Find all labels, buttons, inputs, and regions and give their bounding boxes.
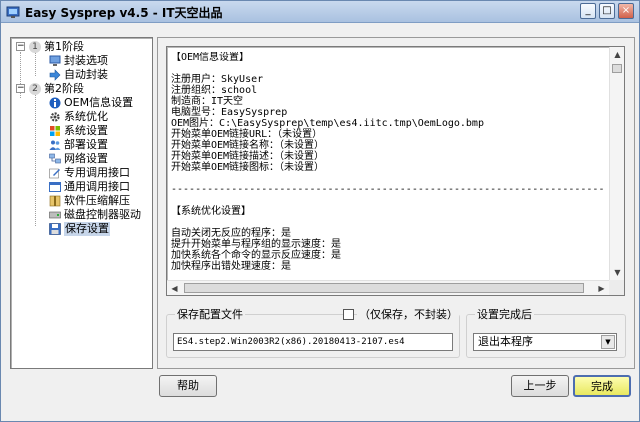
save-config-group: 保存配置文件 （仅保存，不封装） ES4.step2.Win2003R2(x86… [166, 308, 460, 358]
tree-item-network-settings[interactable]: 网络设置 [11, 152, 151, 166]
tree-label: 磁盘控制器驱动 [64, 208, 141, 221]
tree-label: 第1阶段 [44, 40, 84, 53]
chevron-down-icon[interactable]: ▼ [601, 335, 615, 349]
collapse-toggle[interactable]: − [16, 42, 25, 51]
tree-item-system-settings[interactable]: 系统设置 [11, 124, 151, 138]
save-only-label: （仅保存，不封装） [357, 308, 459, 321]
scroll-right-arrow-icon[interactable]: ▶ [594, 281, 609, 295]
save-config-legend: 保存配置文件 [175, 308, 245, 321]
window-icon [49, 182, 61, 192]
tree-label: 保存设置 [64, 222, 110, 236]
app-icon [6, 6, 20, 18]
tree-label: 第2阶段 [44, 82, 84, 95]
tree-item-dedicated-interface[interactable]: 专用调用接口 [11, 166, 151, 180]
tree-item-generic-interface[interactable]: 通用调用接口 [11, 180, 151, 194]
tree-item-software-compress[interactable]: 软件压缩解压 [11, 194, 151, 208]
arrow-right-icon [49, 69, 61, 81]
tree-item-auto-package[interactable]: 自动封装 [11, 68, 151, 82]
tree-item-package-options[interactable]: 封装选项 [11, 54, 151, 68]
tree-label: 自动封装 [64, 68, 108, 81]
after-setup-legend: 设置完成后 [475, 308, 534, 321]
maximize-button[interactable]: □ [599, 3, 615, 19]
tree-item-system-optimize[interactable]: 系统优化 [11, 110, 151, 124]
tree-item-deploy-settings[interactable]: 部署设置 [11, 138, 151, 152]
minimize-button[interactable]: _ [580, 3, 596, 19]
settings-panel: 【OEM信息设置】 注册用户：SkyUser 注册组织：school 制造商：I… [157, 37, 635, 369]
archive-icon [49, 195, 61, 207]
gear-icon [50, 112, 60, 122]
disk-icon [49, 211, 61, 219]
summary-text: 【OEM信息设置】 注册用户：SkyUser 注册组织：school 制造商：I… [171, 52, 603, 272]
tree-label: 系统优化 [64, 110, 108, 123]
scroll-up-arrow-icon[interactable]: ▲ [610, 47, 624, 62]
client-area: − 1 第1阶段 封装选项 自动封装 − 2 第2阶段 OEM信息设置 系统优化… [4, 25, 636, 419]
tree-label: OEM信息设置 [64, 96, 134, 109]
tree-label: 通用调用接口 [64, 180, 130, 193]
title-bar[interactable]: Easy Sysprep v4.5 - IT天空出品 _ □ × [1, 1, 639, 23]
pen-icon [49, 168, 60, 179]
tree-label: 软件压缩解压 [64, 194, 130, 207]
tree-label: 系统设置 [64, 124, 108, 137]
scroll-thumb[interactable] [184, 283, 584, 293]
collapse-toggle[interactable]: − [16, 84, 25, 93]
window-title: Easy Sysprep v4.5 - IT天空出品 [25, 6, 223, 20]
tree-node-stage2[interactable]: − 2 第2阶段 [11, 82, 151, 96]
stage-number-badge: 1 [29, 41, 41, 53]
tree-label: 部署设置 [64, 138, 108, 151]
after-setup-group: 设置完成后 退出本程序 ▼ [466, 308, 626, 358]
tree-node-stage1[interactable]: − 1 第1阶段 [11, 40, 151, 54]
windows-logo-icon [50, 126, 60, 136]
scroll-down-arrow-icon[interactable]: ▼ [610, 265, 624, 280]
help-button[interactable]: 帮助 [159, 375, 217, 397]
navigation-tree[interactable]: − 1 第1阶段 封装选项 自动封装 − 2 第2阶段 OEM信息设置 系统优化… [10, 37, 153, 369]
save-only-checkbox[interactable] [343, 309, 354, 320]
config-filename-field[interactable]: ES4.step2.Win2003R2(x86).20180413-2107.e… [173, 333, 453, 351]
save-icon [49, 223, 61, 235]
summary-textarea[interactable]: 【OEM信息设置】 注册用户：SkyUser 注册组织：school 制造商：I… [166, 46, 625, 296]
network-icon [49, 153, 61, 164]
after-setup-selected-value: 退出本程序 [478, 335, 533, 348]
info-icon [49, 97, 61, 109]
tree-label: 专用调用接口 [64, 166, 130, 179]
scroll-thumb[interactable] [612, 64, 622, 73]
tree-item-disk-controller[interactable]: 磁盘控制器驱动 [11, 208, 151, 222]
horizontal-scrollbar[interactable]: ◀ ▶ [167, 280, 609, 295]
tree-item-save-settings[interactable]: 保存设置 [11, 222, 151, 236]
close-button[interactable]: × [618, 3, 634, 19]
monitor-icon [49, 55, 61, 66]
finish-button[interactable]: 完成 [573, 375, 631, 397]
tree-label: 网络设置 [64, 152, 108, 165]
scrollbar-corner [609, 280, 624, 295]
after-setup-select[interactable]: 退出本程序 ▼ [473, 333, 617, 351]
stage-number-badge: 2 [29, 83, 41, 95]
tree-label: 封装选项 [64, 54, 108, 67]
back-button[interactable]: 上一步 [511, 375, 569, 397]
app-window: Easy Sysprep v4.5 - IT天空出品 _ □ × − 1 第1阶… [0, 0, 640, 422]
tree-item-oem-info[interactable]: OEM信息设置 [11, 96, 151, 110]
users-icon [49, 140, 61, 150]
vertical-scrollbar[interactable]: ▲ ▼ [609, 47, 624, 280]
scroll-left-arrow-icon[interactable]: ◀ [167, 281, 182, 295]
